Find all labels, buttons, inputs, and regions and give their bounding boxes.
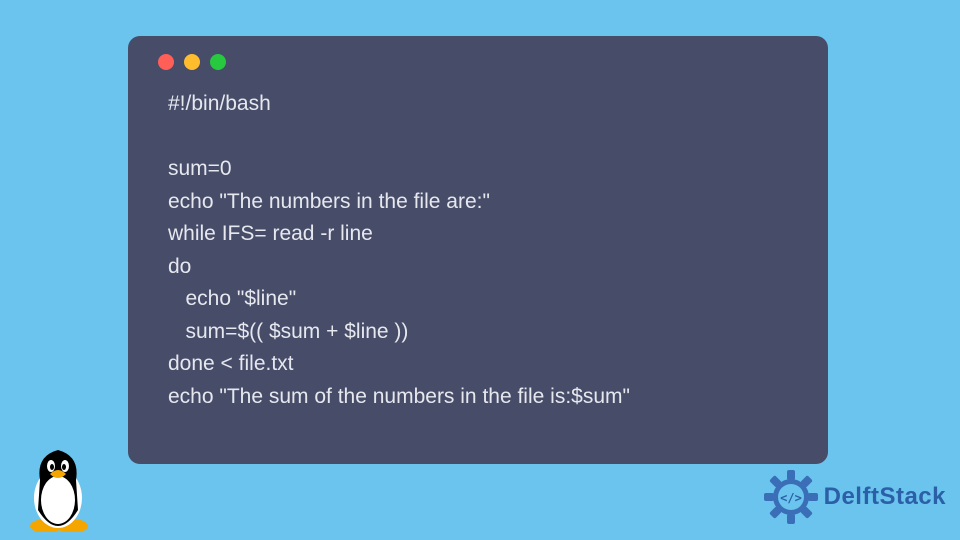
gear-icon: </>	[764, 470, 818, 524]
maximize-icon	[210, 54, 226, 70]
minimize-icon	[184, 54, 200, 70]
code-line: echo "The sum of the numbers in the file…	[168, 385, 630, 408]
code-window: #!/bin/bash sum=0 echo "The numbers in t…	[128, 36, 828, 464]
code-line: done < file.txt	[168, 352, 294, 375]
delftstack-logo: </> DelftStack	[764, 470, 946, 524]
brand-name: DelftStack	[824, 483, 946, 511]
code-line: sum=0	[168, 157, 232, 180]
code-line: sum=$(( $sum + $line ))	[168, 320, 408, 343]
code-line: echo "The numbers in the file are:"	[168, 190, 490, 213]
close-icon	[158, 54, 174, 70]
code-line: do	[168, 255, 191, 278]
code-line: while IFS= read -r line	[168, 222, 373, 245]
code-line: echo "$line"	[168, 287, 296, 310]
linux-tux-icon	[16, 440, 100, 532]
svg-text:</>: </>	[780, 491, 802, 505]
code-line: #!/bin/bash	[168, 92, 271, 115]
window-controls	[158, 54, 806, 70]
code-body: #!/bin/bash sum=0 echo "The numbers in t…	[150, 88, 806, 413]
